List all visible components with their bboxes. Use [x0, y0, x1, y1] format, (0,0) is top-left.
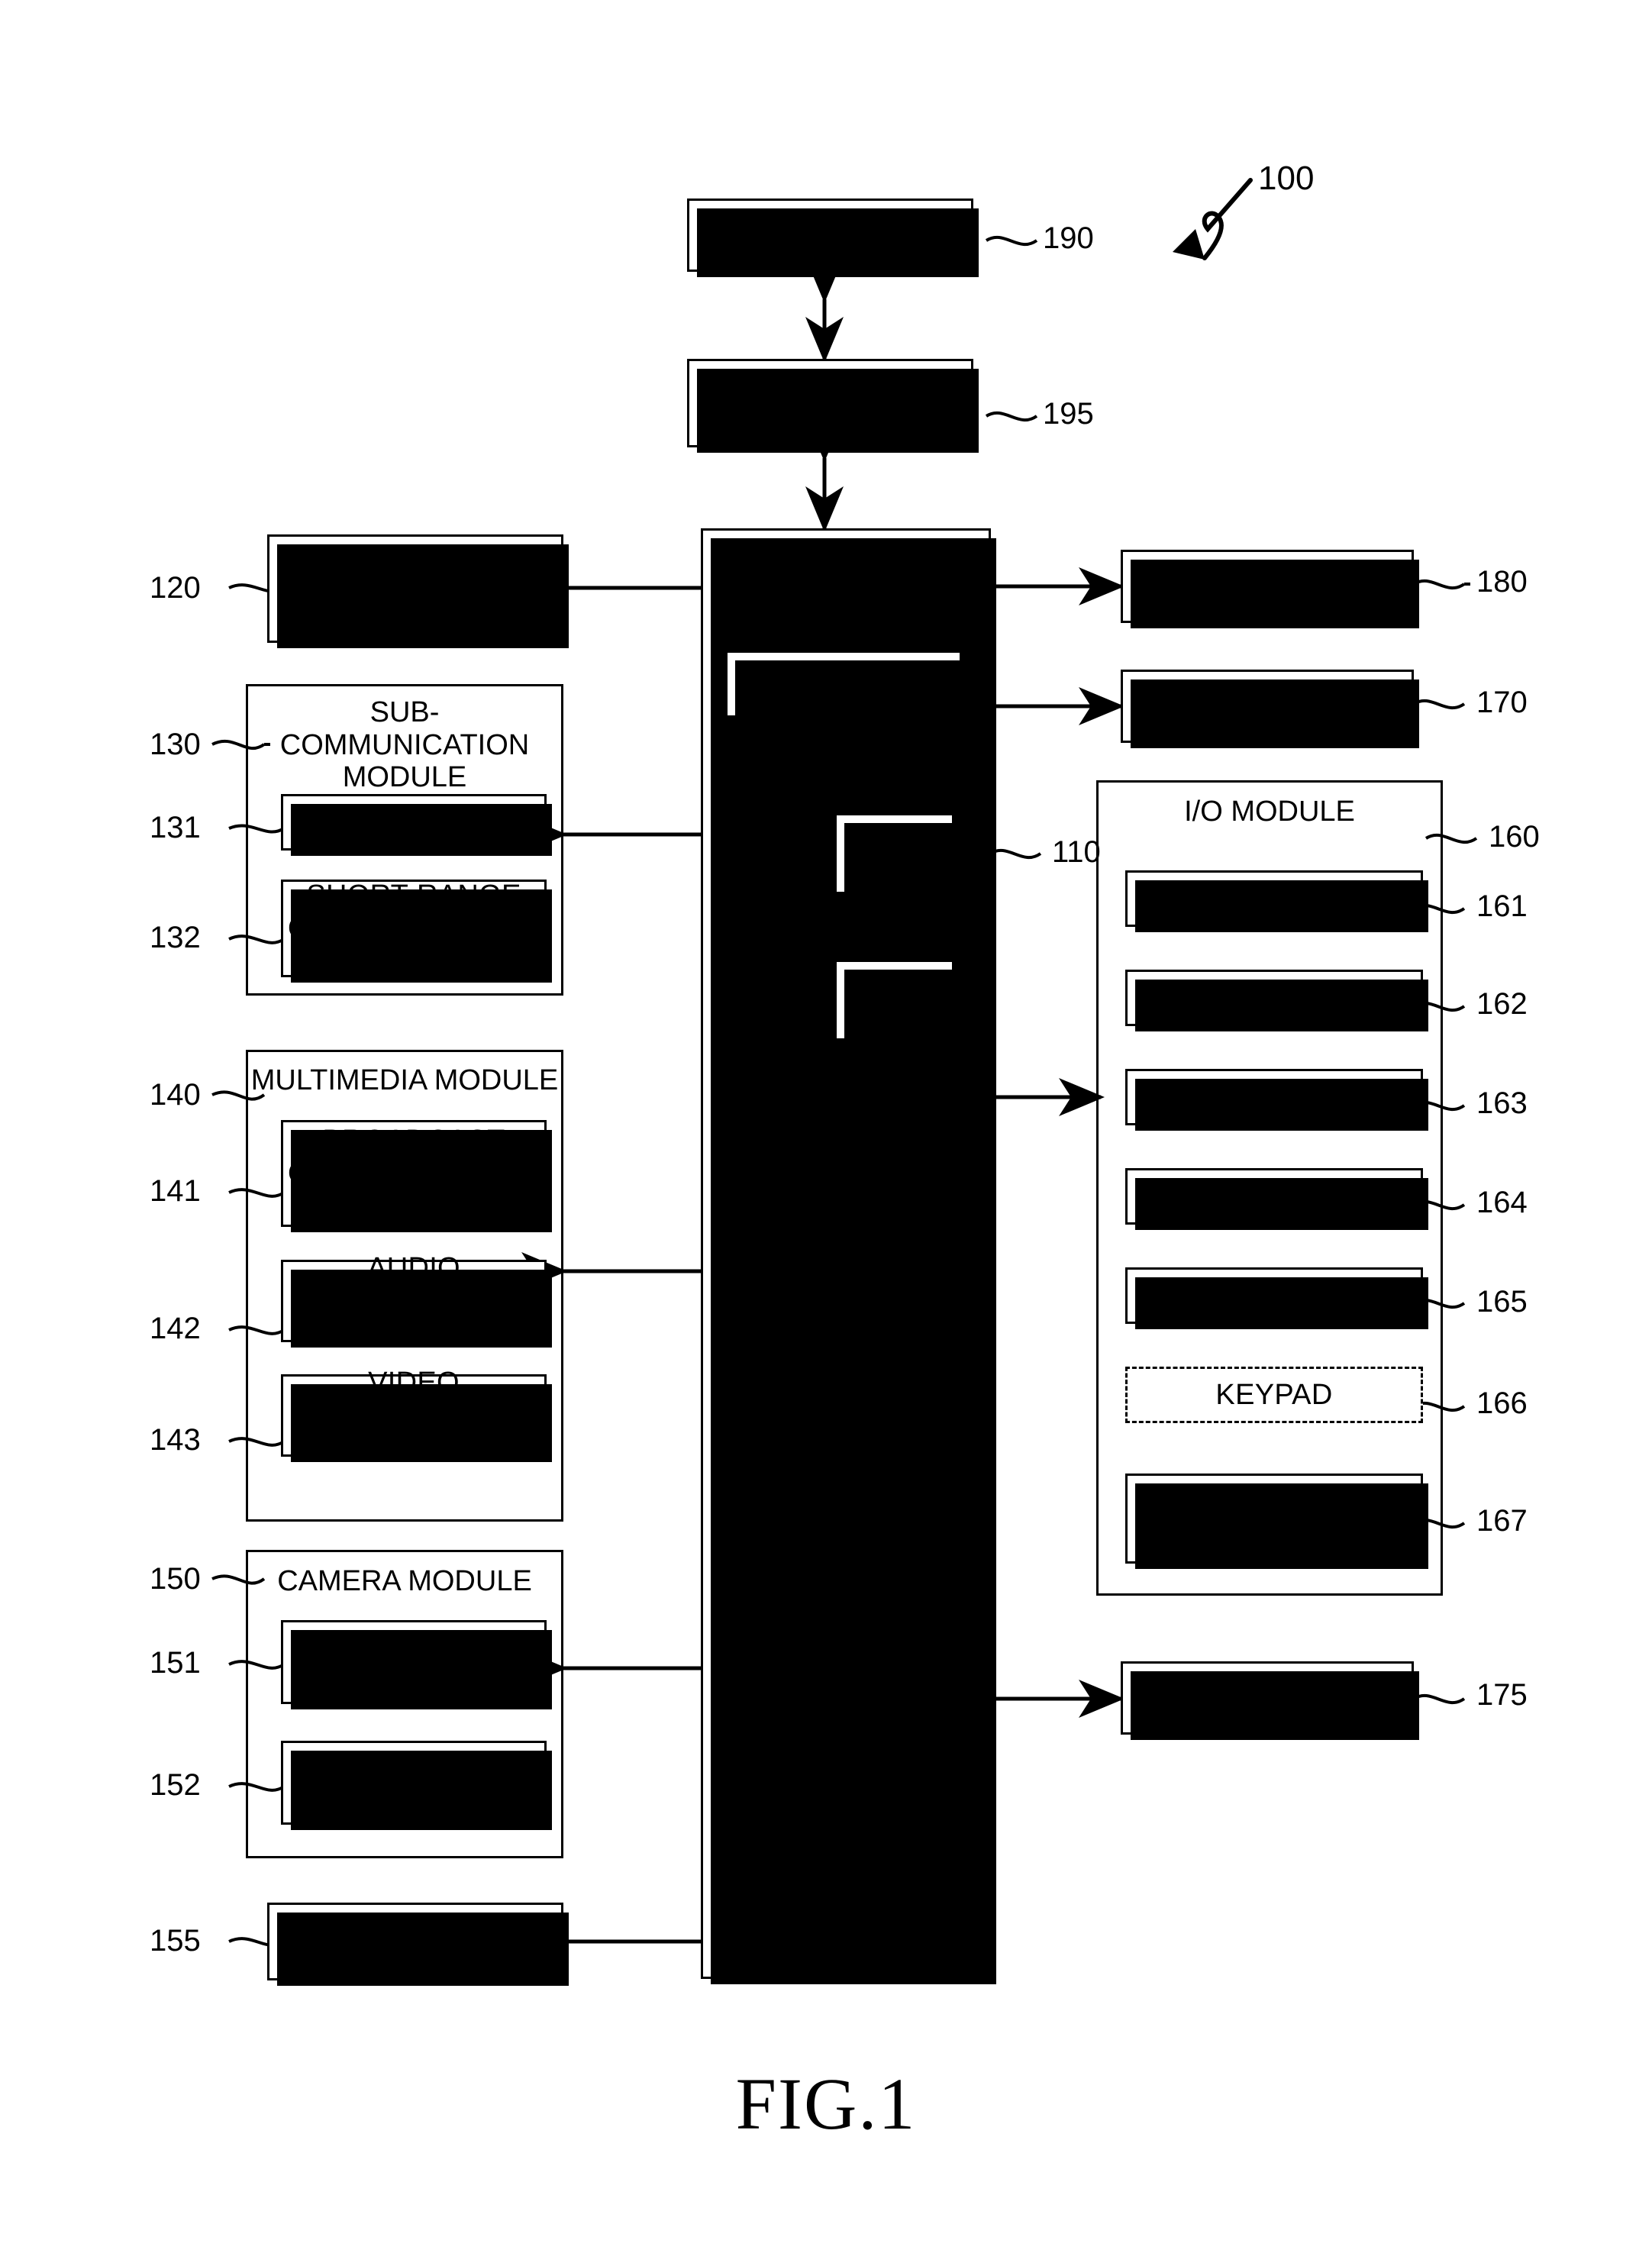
block-wlan-module-label: WLAN MODULE [304, 805, 524, 838]
block-vibration-motor-label: VIBRATION MOTOR [1137, 1180, 1411, 1212]
block-keypad-label: KEYPAD [1215, 1378, 1333, 1411]
block-ram-label: RAM [860, 983, 929, 1017]
block-rom[interactable]: ROM [834, 813, 960, 899]
block-buttons-label: BUTTONS [1204, 882, 1344, 915]
ref-151: 151 [150, 1646, 201, 1680]
block-camera-1-label: CAMERA 1 [339, 1645, 489, 1678]
block-earphone-connecting-jack[interactable]: EARPHONE CONNECTING JACK [1125, 1474, 1428, 1569]
ref-113: 113 [905, 912, 954, 945]
ref-162: 162 [1476, 987, 1528, 1021]
block-controller[interactable]: CONTROLLER [701, 528, 996, 1984]
ref-161: 161 [1476, 889, 1528, 923]
block-storage-unit-label: STORAGE UNIT [1151, 1680, 1383, 1715]
block-connector-label: CONNECTOR [1179, 1279, 1369, 1312]
block-video-playback-module[interactable]: VIDEO PLAYBACK MODULE [281, 1367, 552, 1464]
ref-190: 190 [1043, 221, 1094, 255]
block-wlan-module[interactable]: WLAN MODULE [281, 794, 552, 856]
ref-155: 155 [150, 1924, 201, 1958]
block-speaker-label: SPEAKER [1205, 1080, 1344, 1113]
ref-180: 180 [1476, 565, 1528, 599]
patent-figure-sheet: TOUCH SCREEN 190 TOUCH SCREEN CONTROLLER… [0, 0, 1652, 2266]
block-vibration-motor[interactable]: VIBRATION MOTOR [1125, 1168, 1428, 1230]
block-touch-screen-controller[interactable]: TOUCH SCREEN CONTROLLER [687, 359, 979, 453]
block-broadcast-communication-module[interactable]: BROADCAST COMMUNICATION MODULE [281, 1120, 552, 1232]
block-cpu-label: CPU [811, 667, 876, 701]
block-gps-module[interactable]: GPS MODULE [267, 1903, 569, 1986]
block-audio-playback-module[interactable]: AUDIO PLAYBACK MODULE [281, 1252, 552, 1349]
block-touch-screen[interactable]: TOUCH SCREEN [687, 199, 979, 277]
ref-100-system: 100 [1258, 160, 1315, 197]
ref-120: 120 [150, 571, 201, 605]
ref-175: 175 [1476, 1678, 1528, 1712]
group-multimedia-module-title: MULTIMEDIA MODULE [250, 1064, 559, 1096]
ref-167: 167 [1476, 1504, 1528, 1538]
block-rom-label: ROM [858, 836, 931, 870]
ref-163: 163 [1476, 1086, 1528, 1120]
ref-170: 170 [1476, 686, 1528, 719]
ref-152: 152 [150, 1768, 201, 1802]
group-io-module-title: I/O MODULE [1184, 796, 1355, 828]
ref-110: 110 [1052, 835, 1101, 869]
ref-166: 166 [1476, 1386, 1528, 1420]
block-audio-playback-module-label: AUDIO PLAYBACK MODULE [337, 1252, 491, 1350]
ref-132: 132 [150, 921, 201, 954]
block-buttons[interactable]: BUTTONS [1125, 870, 1428, 932]
ref-142: 142 [150, 1312, 201, 1345]
block-storage-unit[interactable]: STORAGE UNIT [1121, 1661, 1419, 1740]
ref-140: 140 [150, 1078, 201, 1112]
block-short-range-communication-module[interactable]: SHORT-RANGE COMMUNICATION MODULE [281, 880, 552, 983]
block-gps-module-label: GPS MODULE [317, 1925, 514, 1958]
block-keypad[interactable]: KEYPAD [1125, 1367, 1423, 1423]
group-camera-module-title: CAMERA MODULE [277, 1565, 532, 1597]
ref-195: 195 [1043, 397, 1094, 431]
block-sensor-module[interactable]: SENSOR MODULE [1121, 670, 1419, 748]
block-connector[interactable]: CONNECTOR [1125, 1267, 1428, 1329]
block-sensor-module-label: SENSOR MODULE [1131, 689, 1403, 723]
block-earphone-connecting-jack-label: EARPHONE CONNECTING JACK [1134, 1486, 1415, 1551]
group-sub-communication-module-title: SUB-COMMUNICATION MODULE [279, 696, 530, 794]
block-camera-2-label: CAMERA 2 [339, 1766, 489, 1799]
block-microphone-label: MICROPHONE [1173, 981, 1376, 1014]
ref-150: 150 [150, 1562, 201, 1596]
block-touch-screen-label: TOUCH SCREEN [707, 218, 953, 252]
block-mobile-communication-module-label: MOBILE COMMUNICATION MODULE [289, 540, 542, 638]
block-camera-1[interactable]: CAMERA 1 [281, 1620, 552, 1709]
block-camera-2[interactable]: CAMERA 2 [281, 1741, 552, 1830]
block-ram[interactable]: RAM [834, 960, 960, 1046]
block-broadcast-communication-module-label: BROADCAST COMMUNICATION MODULE [287, 1125, 540, 1222]
ref-112: 112 [905, 767, 954, 800]
ref-111: 111 [878, 603, 924, 637]
block-speaker[interactable]: SPEAKER [1125, 1069, 1428, 1131]
block-mobile-communication-module[interactable]: MOBILE COMMUNICATION MODULE [267, 534, 569, 648]
ref-165: 165 [1476, 1285, 1528, 1319]
block-touch-screen-controller-label: TOUCH SCREEN CONTROLLER [707, 369, 953, 437]
block-microphone[interactable]: MICROPHONE [1125, 970, 1428, 1031]
figure-caption: FIG.1 [735, 2063, 917, 2145]
block-power-supply[interactable]: POWER SUPPLY [1121, 550, 1419, 628]
ref-164: 164 [1476, 1186, 1528, 1219]
block-controller-label: CONTROLLER [740, 546, 952, 579]
ref-131: 131 [150, 811, 201, 844]
block-video-playback-module-label: VIDEO PLAYBACK MODULE [337, 1367, 491, 1464]
block-power-supply-label: POWER SUPPLY [1144, 569, 1390, 603]
ref-160: 160 [1489, 820, 1540, 854]
block-short-range-communication-module-label: SHORT-RANGE COMMUNICATION MODULE [287, 880, 540, 977]
ref-141: 141 [150, 1174, 201, 1208]
ref-143: 143 [150, 1423, 201, 1457]
ref-130: 130 [150, 728, 201, 761]
block-cpu[interactable]: CPU [725, 650, 967, 723]
